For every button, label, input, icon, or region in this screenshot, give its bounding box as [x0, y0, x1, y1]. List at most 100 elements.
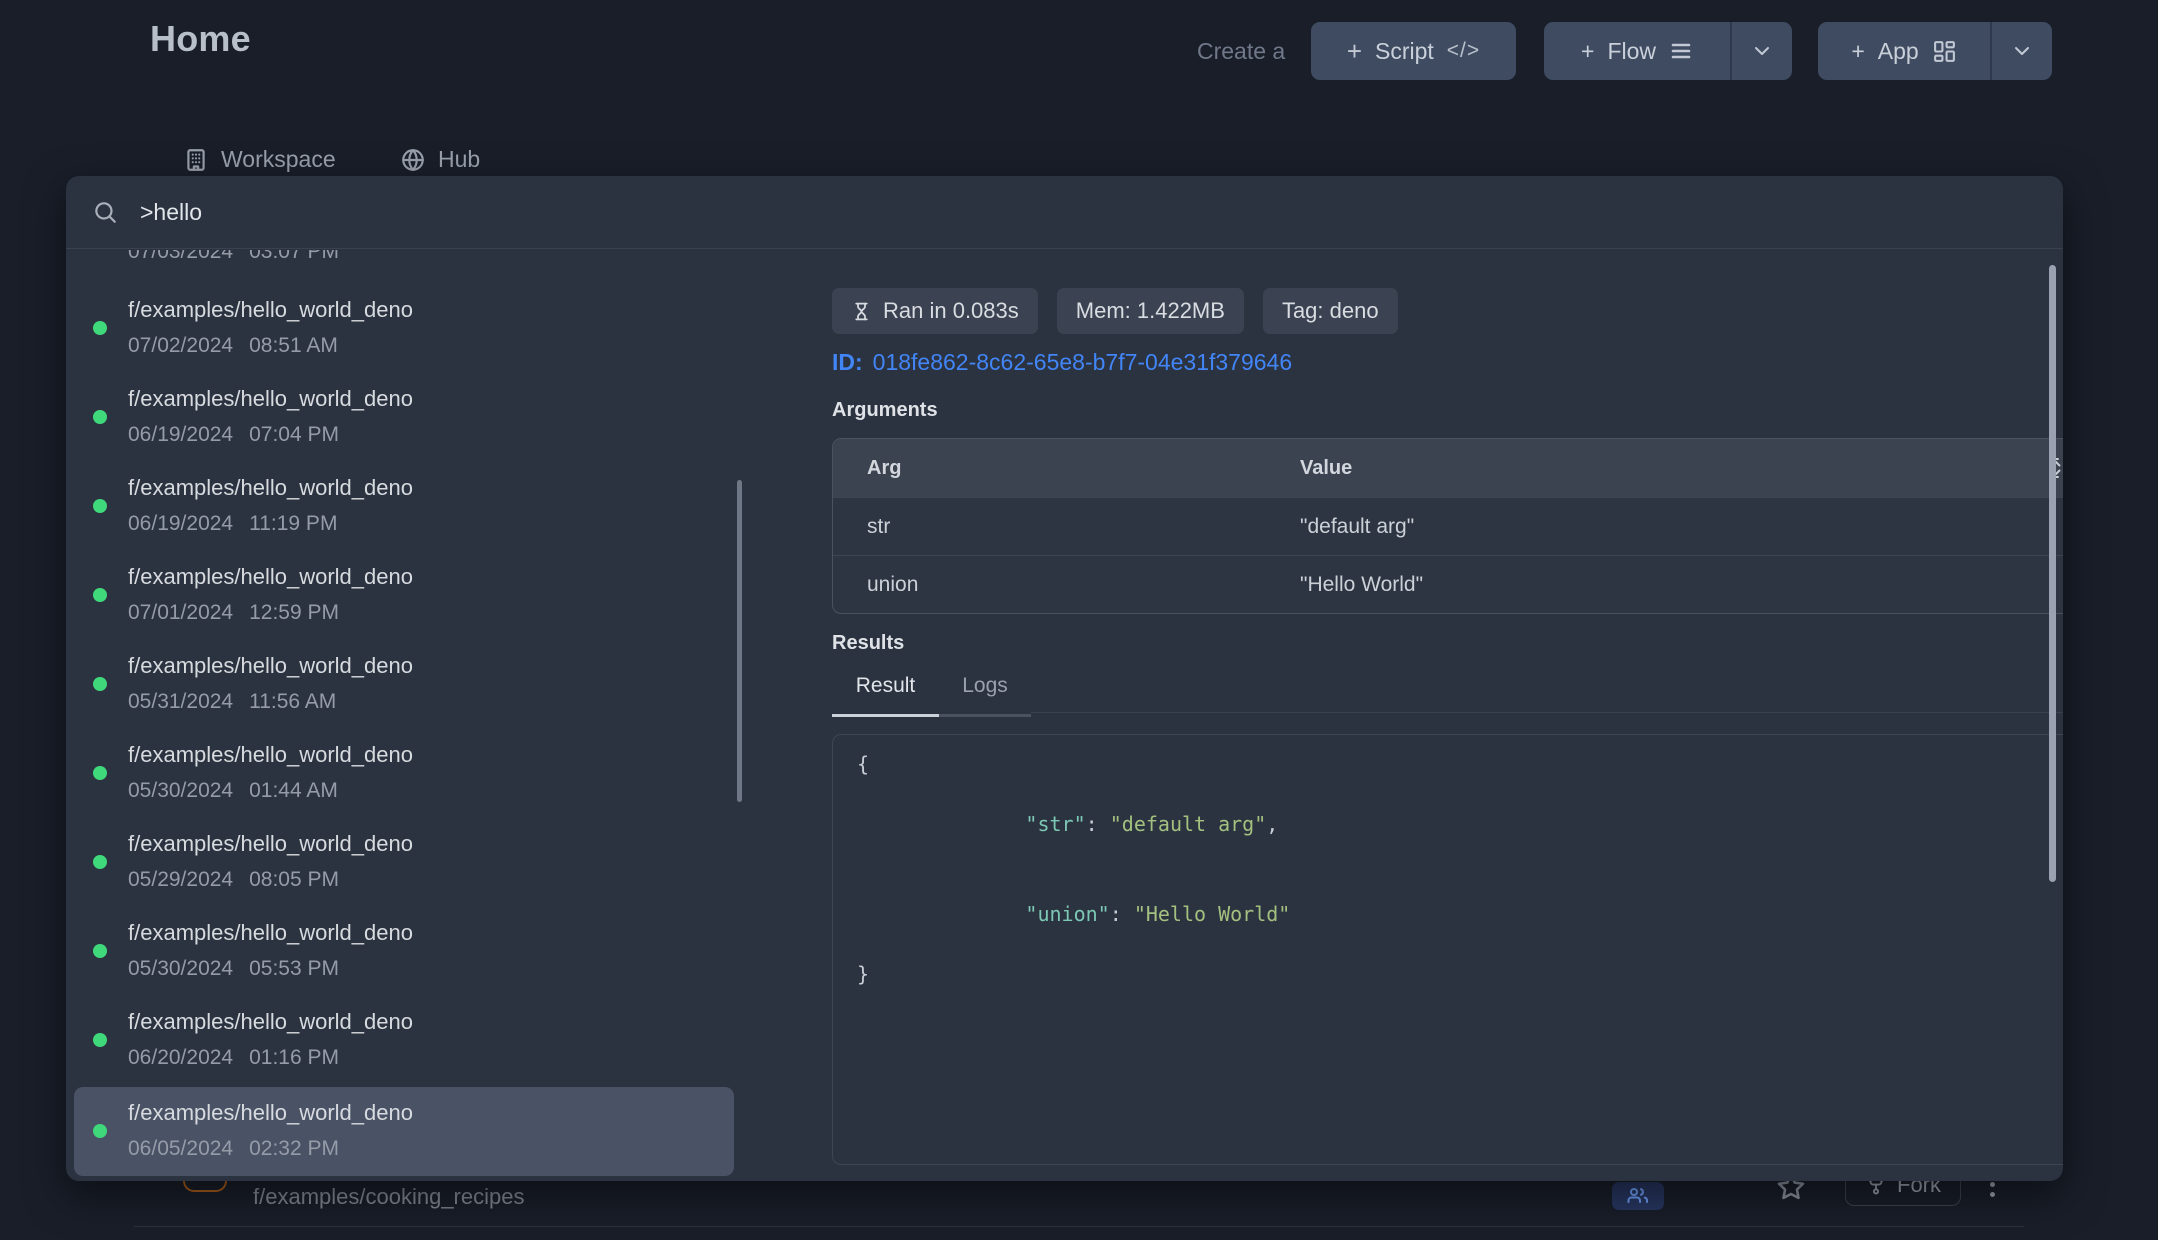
- tab-workspace[interactable]: Workspace: [183, 146, 336, 173]
- json-open-brace: {: [857, 749, 2063, 779]
- app-grid-icon: [1932, 39, 1957, 64]
- run-date: 05/29/2024: [128, 868, 233, 891]
- run-list-item[interactable]: f/examples/hello_world_deno 06/19/2024 07…: [74, 373, 734, 462]
- background-item-path: f/examples/cooking_recipes: [253, 1184, 524, 1210]
- run-time: 12:59 PM: [249, 601, 339, 624]
- json-key: "str": [1025, 812, 1085, 836]
- page-title: Home: [150, 18, 251, 60]
- run-date: 06/19/2024: [128, 423, 233, 446]
- success-dot-icon: [93, 944, 107, 958]
- plus-icon: +: [1851, 38, 1864, 65]
- create-script-button[interactable]: + Script </>: [1311, 22, 1516, 80]
- shared-with-button[interactable]: [1612, 1182, 1664, 1210]
- row-divider: [134, 1226, 2024, 1227]
- duration-badge: Ran in 0.083s: [832, 288, 1038, 334]
- flow-bars-icon: [1669, 39, 1693, 63]
- run-id-label: ID:: [832, 349, 863, 375]
- run-list-item[interactable]: f/examples/hello_world_deno 07/01/2024 12…: [74, 551, 734, 640]
- run-path: f/examples/hello_world_deno: [128, 475, 413, 501]
- create-a-label: Create a: [1197, 38, 1285, 65]
- memory-badge: Mem: 1.422MB: [1057, 288, 1244, 334]
- run-list-item[interactable]: f/examples/hello_world_deno 05/29/2024 08…: [74, 818, 734, 907]
- create-app-split-button: + App: [1818, 22, 2052, 80]
- run-time: 07:04 PM: [249, 423, 339, 446]
- arg-name: str: [867, 515, 1300, 539]
- tab-workspace-label: Workspace: [221, 146, 336, 173]
- run-date: 05/30/2024: [128, 957, 233, 980]
- run-time: 01:44 AM: [249, 779, 338, 802]
- arg-name: union: [867, 573, 1300, 597]
- tabs-divider: [1031, 712, 2063, 713]
- success-dot-icon: [93, 855, 107, 869]
- run-time: 03:07 PM: [249, 250, 339, 263]
- run-path: f/examples/hello_world_deno: [128, 297, 413, 323]
- success-dot-icon: [93, 1033, 107, 1047]
- run-history-list: 07/03/202403:07 PM f/examples/hello_worl…: [66, 250, 766, 1181]
- run-date: 05/30/2024: [128, 779, 233, 802]
- search-bar: [66, 176, 2063, 249]
- run-list-item[interactable]: f/examples/hello_world_deno 07/02/2024 08…: [74, 284, 734, 373]
- run-date: 07/02/2024: [128, 334, 233, 357]
- arg-value: "Hello World": [1300, 573, 1423, 597]
- run-time: 08:51 AM: [249, 334, 338, 357]
- run-time: 11:19 PM: [249, 512, 337, 535]
- run-time: 01:16 PM: [249, 1046, 339, 1069]
- json-line: "union": "Hello World": [857, 869, 2063, 959]
- table-row: str "default arg": [833, 497, 2063, 555]
- run-list-item[interactable]: f/examples/hello_world_deno 05/31/202411…: [74, 640, 734, 729]
- globe-icon: [400, 147, 426, 173]
- code-icon: </>: [1447, 39, 1480, 63]
- run-path: f/examples/hello_world_deno: [128, 564, 413, 590]
- run-list-item[interactable]: f/examples/hello_world_deno 05/30/2024 01…: [74, 729, 734, 818]
- chevron-down-icon: [2010, 39, 2034, 63]
- tab-logs[interactable]: Logs: [939, 674, 1031, 717]
- tab-result[interactable]: Result: [832, 674, 939, 717]
- run-path: f/examples/hello_world_deno: [128, 386, 413, 412]
- run-list-item[interactable]: f/examples/hello_world_deno 05/30/202405…: [74, 907, 734, 996]
- table-row: union "Hello World": [833, 555, 2063, 613]
- duration-label: Ran in 0.083s: [883, 298, 1019, 324]
- success-dot-icon: [93, 321, 107, 335]
- arguments-table-header: Arg Value: [833, 439, 2063, 497]
- run-path: f/examples/hello_world_deno: [128, 831, 413, 857]
- run-id[interactable]: ID:018fe862-8c62-65e8-b7f7-04e31f379646: [832, 349, 1292, 376]
- run-date: 07/01/2024: [128, 601, 233, 624]
- tab-hub-label: Hub: [438, 146, 480, 173]
- run-list-item-selected[interactable]: f/examples/hello_world_deno 06/05/202402…: [74, 1087, 734, 1176]
- results-title: Results: [832, 632, 904, 655]
- json-key: "union": [1025, 902, 1109, 926]
- run-path: f/examples/hello_world_deno: [128, 742, 413, 768]
- list-scrollbar[interactable]: [737, 480, 742, 802]
- flow-dropdown-button[interactable]: [1730, 22, 1792, 80]
- chevron-down-icon: [1750, 39, 1774, 63]
- create-flow-button[interactable]: + Flow: [1544, 22, 1730, 80]
- json-value: "Hello World": [1134, 902, 1291, 926]
- run-path: f/examples/hello_world_deno: [128, 1100, 413, 1126]
- tab-hub[interactable]: Hub: [400, 146, 480, 173]
- run-list-item-partial[interactable]: 07/03/202403:07 PM: [128, 250, 339, 266]
- create-app-button[interactable]: + App: [1818, 22, 1990, 80]
- users-icon: [1626, 1184, 1650, 1208]
- app-dropdown-button[interactable]: [1990, 22, 2052, 80]
- run-detail-panel: Ran in 0.083s Mem: 1.422MB Tag: deno ID:…: [766, 250, 2063, 1181]
- run-path: f/examples/hello_world_deno: [128, 920, 413, 946]
- run-path: f/examples/hello_world_deno: [128, 653, 413, 679]
- run-date: 06/05/2024: [128, 1137, 233, 1160]
- run-list-item[interactable]: f/examples/hello_world_deno 06/19/2024 11…: [74, 462, 734, 551]
- run-time: 08:05 PM: [249, 868, 339, 891]
- run-list-item[interactable]: f/examples/hello_world_deno 06/20/202401…: [74, 996, 734, 1085]
- memory-label: Mem: 1.422MB: [1076, 298, 1225, 324]
- create-script-label: Script: [1375, 38, 1434, 65]
- col-value: Value: [1300, 457, 1352, 480]
- arguments-table: Arg Value str "default arg" union "Hello…: [832, 438, 2063, 614]
- create-app-label: App: [1878, 38, 1919, 65]
- search-modal: 07/03/202403:07 PM f/examples/hello_worl…: [66, 176, 2063, 1181]
- result-json-viewer: { "str": "default arg", "union": "Hello …: [832, 734, 2063, 1165]
- tag-label: Tag: deno: [1282, 298, 1379, 324]
- search-input[interactable]: [140, 199, 2043, 226]
- success-dot-icon: [93, 677, 107, 691]
- detail-scrollbar[interactable]: [2049, 265, 2056, 882]
- tag-badge: Tag: deno: [1263, 288, 1398, 334]
- run-date: 06/19/2024: [128, 512, 233, 535]
- run-path: f/examples/hello_world_deno: [128, 1009, 413, 1035]
